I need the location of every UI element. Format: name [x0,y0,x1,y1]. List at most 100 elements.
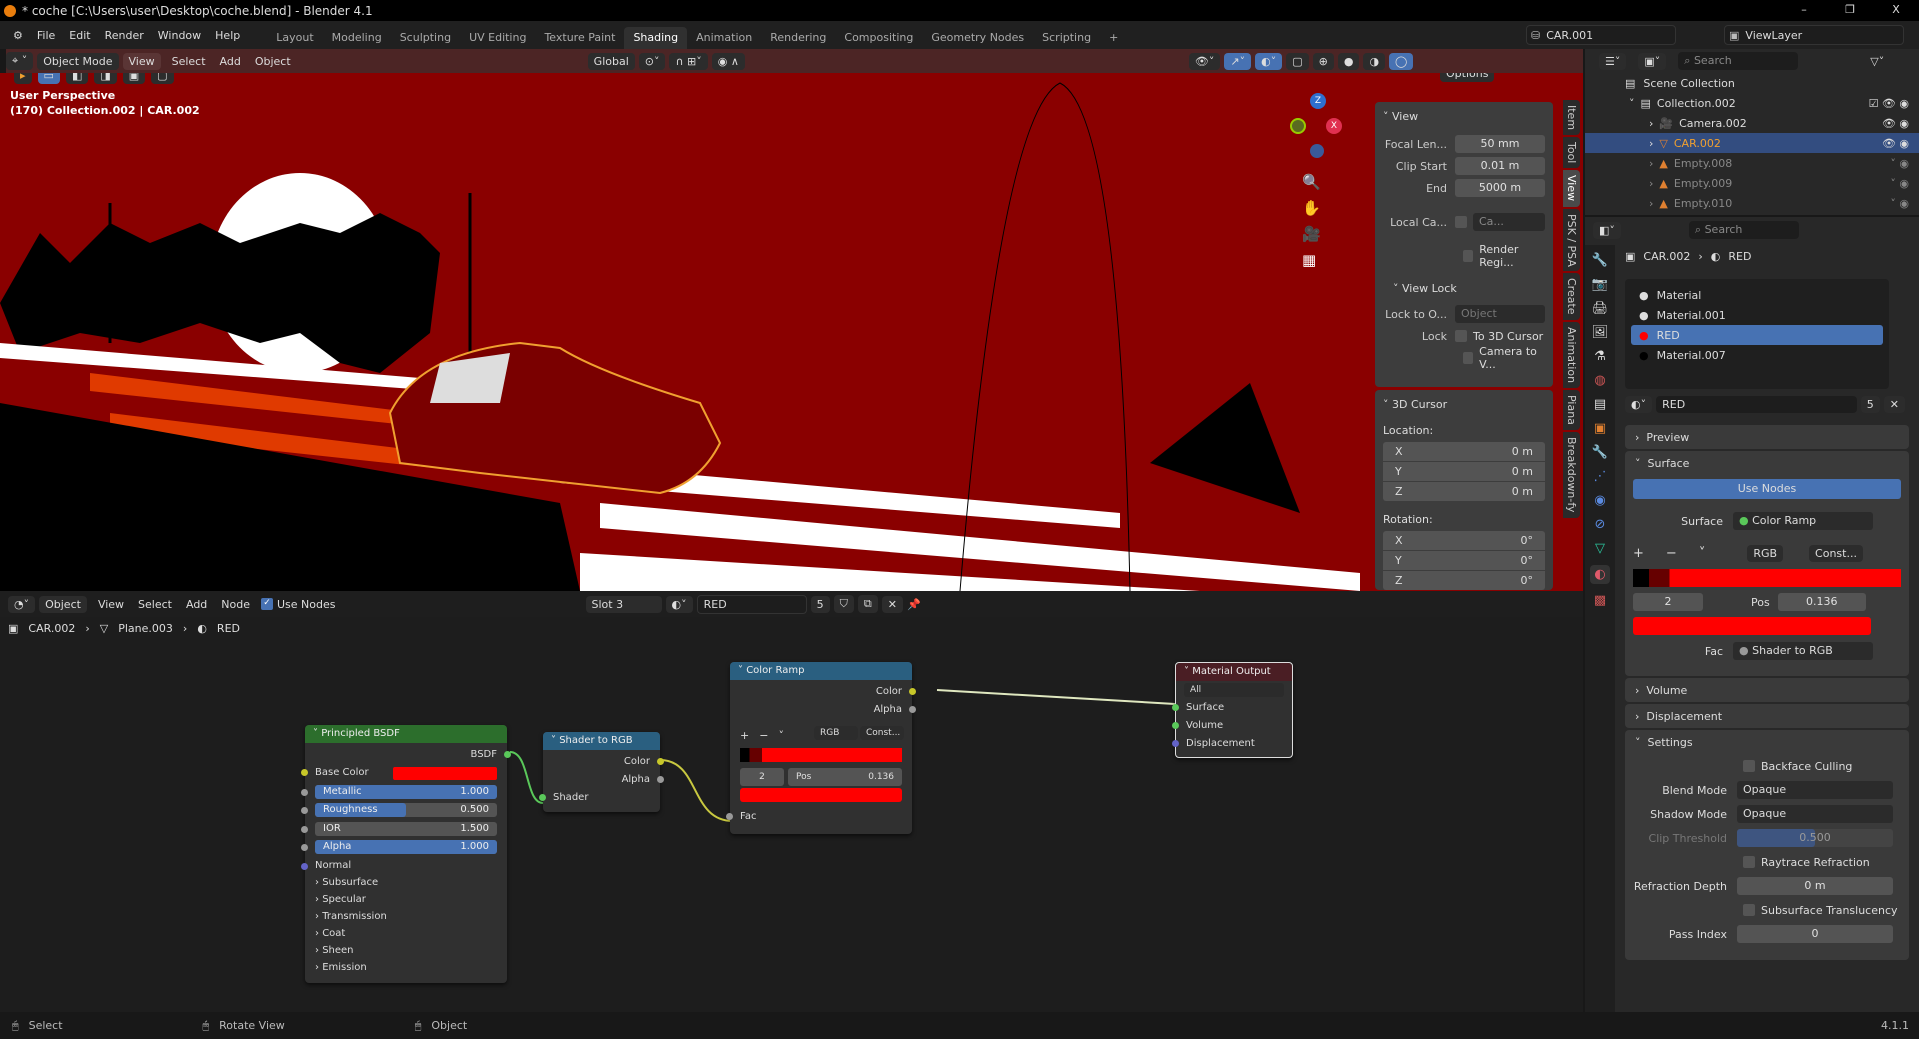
node-color-ramp[interactable]: ˅ Color Ramp Color Alpha + − ˅ RGB Const..… [726,662,916,834]
output-displacement-socket[interactable] [1172,740,1179,747]
node-menu-select[interactable]: Select [131,598,179,611]
add-workspace-button[interactable]: + [1100,27,1127,49]
cursor-loc-x[interactable]: X0 m [1383,442,1545,461]
sidebar-tab-item[interactable]: Item [1563,100,1580,136]
tab-collection-icon[interactable]: ▤ [1594,397,1606,412]
tab-modeling[interactable]: Modeling [323,27,391,49]
menu-help[interactable]: Help [208,29,247,42]
viewport-menu-add[interactable]: Add [213,55,248,68]
roughness-slider[interactable]: Roughness 0.500 [315,803,497,817]
ramp-gradient-bar[interactable] [740,748,902,762]
editor-type-button[interactable]: ⌖ ˅ [6,52,34,70]
panel-emission[interactable]: › Emission [315,960,497,976]
tab-layout[interactable]: Layout [267,27,322,49]
panel-transmission[interactable]: › Transmission [315,909,497,925]
ramp-header[interactable]: ˅ Color Ramp [730,662,912,680]
s2rgb-shader-socket[interactable] [539,794,546,801]
lock-object-field[interactable]: Object [1455,305,1545,323]
prop-ramp-color[interactable] [1633,617,1871,635]
slot-material-001[interactable]: ● Material.001 [1631,305,1883,325]
unlink-material-icon[interactable]: ✕ [881,595,903,613]
tab-view-layer-icon[interactable]: 🖼 [1592,325,1609,340]
minimize-button[interactable]: – [1781,0,1827,21]
tab-uv-editing[interactable]: UV Editing [460,27,535,49]
breadcrumb-mesh[interactable]: Plane.003 [118,622,173,635]
base-color-swatch[interactable] [393,767,497,780]
navigation-gizmo[interactable]: Z X [1290,88,1350,168]
cursor-loc-z[interactable]: Z0 m [1383,482,1545,501]
sidebar-tab-psk-psa[interactable]: PSK / PSA [1563,208,1580,272]
outliner-filter-icon[interactable]: ▽˅ [1870,55,1884,68]
node-menu-view[interactable]: View [91,598,131,611]
local-camera-field[interactable]: Ca... [1473,213,1545,231]
mode-dropdown[interactable]: Object Mode [37,52,119,70]
pan-view-icon[interactable]: ✋ [1302,199,1321,217]
outliner-row-collection[interactable]: ˅ ▤ Collection.002 ☑ 👁 ◉ [1585,93,1919,113]
ramp-pos-field[interactable]: Pos 0.136 [788,768,902,786]
duplicate-material-icon[interactable]: ⧉ [857,595,878,613]
sss-translucency-checkbox[interactable] [1743,904,1755,916]
gizmo-neg-z-axis[interactable] [1310,144,1324,158]
outliner-display-mode-icon[interactable]: ☰˅ [1599,52,1627,70]
shader-type-dropdown[interactable]: Object [39,595,87,613]
ortho-toggle-icon[interactable]: ▦ [1302,251,1321,269]
prop-ramp-remove-icon[interactable]: − [1666,546,1677,561]
panel-coat[interactable]: › Coat [315,926,497,942]
lock-cursor-checkbox[interactable] [1455,330,1467,342]
collapse-cursor-icon[interactable]: ˅ [1383,398,1392,411]
node-shader-to-rgb[interactable]: ˅ Shader to RGB Color Alpha Shader [539,732,664,812]
use-nodes-button[interactable]: Use Nodes [1633,479,1901,499]
options-dropdown[interactable]: Options [1440,73,1495,82]
collapse-view-icon[interactable]: ˅ [1383,110,1392,123]
pivot-icon[interactable]: ⊙˅ [638,52,666,70]
tab-shading[interactable]: Shading [624,27,688,49]
breadcrumb-object[interactable]: CAR.002 [28,622,75,635]
prop-ramp-menu-icon[interactable]: ˅ [1699,546,1706,561]
pass-index-field[interactable]: 0 [1737,925,1893,943]
section-displacement[interactable]: › Displacement [1625,704,1909,728]
tab-data-icon[interactable]: ▽ [1595,541,1605,556]
panel-sheen[interactable]: › Sheen [315,943,497,959]
tab-output-icon[interactable]: 🖨 [1592,301,1609,316]
shading-rendered-icon[interactable]: ◯ [1389,52,1414,70]
select-invert-icon[interactable]: ▣ [122,73,146,84]
gizmo-neg-y-axis[interactable] [1290,118,1306,134]
xray-toggle-icon[interactable]: ▢ [1286,52,1309,70]
overlay-toggle-icon[interactable]: ◐˅ [1255,52,1283,70]
gizmo-z-axis[interactable]: Z [1310,93,1326,109]
bsdf-header[interactable]: ˅ Principled BSDF [305,725,507,743]
blend-mode-dropdown[interactable]: Opaque [1737,781,1893,799]
cursor-loc-y[interactable]: Y0 m [1383,462,1545,481]
menu-edit[interactable]: Edit [62,29,97,42]
select-tool-icon[interactable]: ▸ [14,73,32,84]
render-region-checkbox[interactable] [1463,250,1474,262]
fake-user-icon[interactable]: ⛉ [833,595,854,613]
material-browse-icon[interactable]: ◐˅ [665,595,693,613]
sidebar-tab-tool[interactable]: Tool [1563,137,1580,169]
prop-ramp-pos[interactable]: 0.136 [1777,593,1866,611]
slot-material[interactable]: ● Material [1631,285,1883,305]
sidebar-tab-animation[interactable]: Animation [1563,321,1580,389]
slot-red[interactable]: ● RED [1631,325,1883,345]
select-new-icon[interactable]: ▭ [37,73,60,84]
transform-orientation-dropdown[interactable]: Global [587,52,635,70]
scene-selector[interactable]: ⛁ CAR.001 [1526,25,1676,45]
prop-ramp-gradient[interactable] [1633,569,1901,587]
ior-slider[interactable]: IOR 1.500 [315,822,497,836]
shading-material-icon[interactable]: ◑ [1363,52,1386,70]
output-surface-socket[interactable] [1172,704,1179,711]
ramp-color-socket[interactable] [909,688,916,695]
sidebar-tab-breakdownfy[interactable]: Breakdown-fy [1563,431,1580,518]
sidebar-tab-view[interactable]: View [1563,170,1580,207]
properties-search[interactable]: ⌕ Search [1688,221,1799,239]
ramp-stop-color[interactable] [740,788,902,802]
output-volume-socket[interactable] [1172,722,1179,729]
tab-material-icon[interactable]: ◐ [1590,565,1610,584]
tab-particles-icon[interactable]: ⋰ [1594,469,1607,484]
select-extend-icon[interactable]: ◧ [65,73,89,84]
raytrace-refraction-checkbox[interactable] [1743,856,1755,868]
prop-material-name[interactable]: RED [1656,395,1857,413]
node-menu-node[interactable]: Node [214,598,257,611]
tab-object-icon[interactable]: ▣ [1594,421,1606,436]
shading-wireframe-icon[interactable]: ⊕ [1312,52,1334,70]
